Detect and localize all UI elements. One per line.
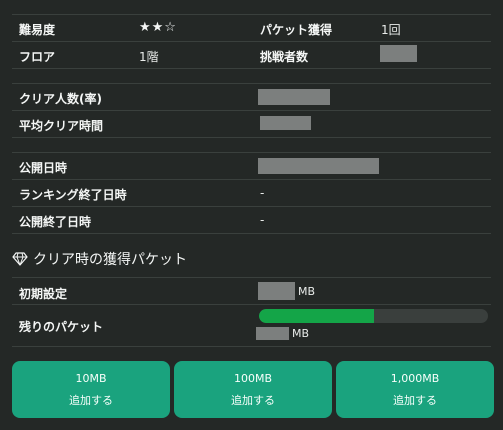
- row-divider: [12, 137, 491, 138]
- add-10mb-amount: 10MB: [75, 371, 107, 385]
- remaining-packet-value-redacted: [256, 327, 289, 340]
- packet-section-title: クリア時の獲得パケット: [12, 249, 187, 269]
- row-divider: [12, 346, 491, 347]
- row-divider: [12, 152, 491, 153]
- row-divider: [12, 83, 491, 84]
- add-1000mb-action: 追加する: [393, 393, 437, 407]
- add-10mb-action: 追加する: [69, 393, 113, 407]
- initial-setting-label: 初期設定: [19, 287, 68, 301]
- row-divider: [12, 41, 491, 42]
- initial-setting-value-redacted: [258, 282, 295, 300]
- add-1000mb-button[interactable]: 1,000MB 追加する: [336, 361, 494, 418]
- difficulty-stars: ★★☆: [139, 20, 177, 35]
- remaining-packet-unit: MB: [292, 327, 310, 340]
- add-1000mb-amount: 1,000MB: [390, 371, 440, 385]
- row-divider: [12, 277, 491, 278]
- row-divider: [12, 233, 491, 234]
- floor-value: 1階: [139, 50, 159, 64]
- row-divider: [12, 304, 491, 305]
- difficulty-label: 難易度: [19, 23, 56, 37]
- add-100mb-action: 追加する: [231, 393, 275, 407]
- row-divider: [12, 68, 491, 69]
- ranking-end-label: ランキング終了日時: [19, 188, 127, 202]
- row-divider: [12, 206, 491, 207]
- remaining-packet-progress-fill: [259, 309, 374, 323]
- add-100mb-amount: 100MB: [233, 371, 273, 385]
- ranking-end-value: -: [260, 186, 265, 200]
- avg-time-value-redacted: [260, 116, 311, 130]
- publish-end-value: -: [260, 213, 265, 227]
- row-divider: [12, 179, 491, 180]
- floor-label: フロア: [19, 50, 56, 64]
- gem-icon: [12, 252, 33, 266]
- add-100mb-button[interactable]: 100MB 追加する: [174, 361, 332, 418]
- clear-rate-label: クリア人数(率): [19, 92, 102, 106]
- published-value-redacted: [258, 158, 379, 174]
- packet-label: パケット獲得: [260, 23, 333, 37]
- packet-value: 1回: [381, 23, 401, 37]
- initial-setting-unit: MB: [298, 285, 316, 298]
- row-divider: [12, 110, 491, 111]
- remaining-packet-label: 残りのパケット: [19, 320, 104, 334]
- published-label: 公開日時: [19, 161, 68, 175]
- row-divider: [12, 14, 491, 15]
- challengers-value-redacted: [380, 45, 417, 62]
- avg-time-label: 平均クリア時間: [19, 119, 104, 133]
- clear-rate-value-redacted: [258, 89, 330, 105]
- publish-end-label: 公開終了日時: [19, 215, 92, 229]
- packet-section-title-text: クリア時の獲得パケット: [33, 252, 187, 268]
- remaining-packet-progress-bar: [259, 309, 488, 323]
- challengers-label: 挑戦者数: [260, 50, 309, 64]
- add-10mb-button[interactable]: 10MB 追加する: [12, 361, 170, 418]
